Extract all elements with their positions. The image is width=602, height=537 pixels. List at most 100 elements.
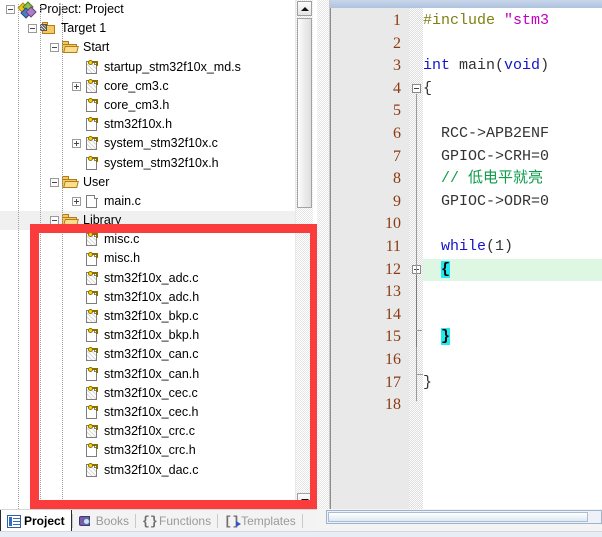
code-line[interactable] [423, 394, 602, 417]
tree-item[interactable]: Target 1 [0, 19, 300, 38]
code-line[interactable] [423, 100, 602, 123]
tab-templates[interactable]: [] Templates [218, 510, 302, 532]
header-file-icon [84, 251, 99, 267]
tree-item[interactable]: system_stm32f10x.c [0, 134, 300, 153]
line-number: 8 [393, 170, 401, 188]
expand-twisty-icon[interactable] [72, 81, 81, 91]
code-line[interactable]: } [423, 326, 602, 349]
code-line[interactable]: #include "stm3 [423, 10, 602, 33]
tree-item-label: stm32f10x_can.c [104, 347, 199, 362]
tree-item[interactable]: stm32f10x_crc.c [0, 422, 300, 441]
tree-item-label: stm32f10x_cec.h [104, 404, 199, 419]
tab-functions[interactable]: {} Functions [136, 510, 217, 532]
tree-item-label: Project: Project [39, 2, 124, 16]
header-file-icon [84, 405, 99, 420]
tree-item[interactable]: stm32f10x_cec.h [0, 403, 300, 422]
code-line[interactable]: int main(void) [423, 55, 602, 78]
line-number: 17 [385, 373, 401, 391]
code-line[interactable]: { [423, 78, 602, 101]
tab-books[interactable]: Books [73, 510, 135, 532]
code-line[interactable]: while(1) [423, 236, 602, 259]
code-line[interactable]: GPIOC->CRH=0 [423, 146, 602, 169]
tree-item[interactable]: startup_stm32f10x_md.s [0, 58, 300, 77]
editor-hscroll-thumb[interactable] [328, 512, 588, 522]
code-token: "stm3 [504, 12, 550, 29]
tree-item[interactable]: stm32f10x_adc.c [0, 269, 300, 288]
plain-file-icon [84, 194, 99, 209]
code-text-area[interactable]: #include "stm3 int main(void){ RCC->APB2E… [412, 8, 602, 537]
code-line[interactable] [423, 281, 602, 304]
tree-item-label: core_cm3.c [104, 78, 169, 93]
expand-twisty-icon[interactable] [72, 139, 81, 149]
scrollbar-thumb[interactable] [297, 18, 312, 208]
project-tree-scrollbar[interactable] [295, 0, 313, 509]
tree-item[interactable]: system_stm32f10x.h [0, 154, 300, 173]
code-line[interactable]: } [423, 372, 602, 395]
project-tree[interactable]: Project: Project Target 1 Start startup_stm… [0, 0, 300, 509]
fold-toggle-icon[interactable] [412, 83, 421, 93]
tab-label: Project [24, 514, 65, 528]
tree-item[interactable]: stm32f10x_cec.c [0, 384, 300, 403]
code-token: } [423, 373, 433, 391]
code-editor[interactable]: 1 2 3 4 5 6 7 8 9 10 11 12 13 14 15 16 17 18 #include "st… [330, 8, 602, 537]
tree-item[interactable]: Start [0, 38, 300, 57]
tree-item[interactable]: stm32f10x_bkp.c [0, 307, 300, 326]
line-number: 16 [385, 351, 401, 368]
tree-item[interactable]: User [0, 173, 300, 192]
tree-item-label: stm32f10x_can.h [104, 366, 200, 381]
tree-item[interactable]: stm32f10x_dac.c [0, 461, 300, 480]
fold-end-tick-inner [416, 330, 422, 332]
code-line[interactable]: RCC->APB2ENF [423, 123, 602, 146]
collapse-twisty-icon[interactable] [6, 5, 15, 15]
tree-item-label: User [83, 174, 110, 189]
source-file-icon [84, 59, 99, 75]
tree-item[interactable]: stm32f10x_bkp.h [0, 326, 300, 345]
line-number-gutter: 1 2 3 4 5 6 7 8 9 10 11 12 13 14 15 16 17 18 [331, 8, 409, 537]
tree-item[interactable]: stm32f10x_adc.h [0, 288, 300, 307]
tree-item[interactable]: stm32f10x_can.h [0, 365, 300, 384]
code-token: GPIOC->ODR=0 [423, 192, 550, 210]
scroll-up-button[interactable] [297, 1, 312, 16]
tree-item-label: misc.h [104, 251, 141, 266]
line-number: 10 [385, 215, 401, 233]
expand-twisty-icon[interactable] [72, 196, 81, 206]
source-file-icon [84, 424, 99, 439]
tree-item[interactable]: misc.c [0, 230, 300, 249]
tree-item[interactable]: stm32f10x.h [0, 115, 300, 134]
tree-item[interactable]: Library [0, 211, 300, 231]
tree-guide-line [40, 4, 41, 509]
code-token: GPIOC->CRH=0 [423, 147, 550, 165]
header-file-icon [84, 366, 99, 382]
tree-item[interactable]: misc.h [0, 249, 300, 268]
scroll-down-button[interactable] [297, 493, 312, 508]
header-file-icon [84, 155, 99, 171]
code-line[interactable]: // 低电平就亮 [423, 168, 602, 191]
tree-item[interactable]: core_cm3.h [0, 96, 300, 115]
collapse-twisty-icon[interactable] [50, 43, 59, 53]
code-token: { [423, 79, 433, 97]
tree-item[interactable]: core_cm3.c [0, 77, 300, 96]
tree-item[interactable]: stm32f10x_crc.h [0, 441, 300, 460]
code-token: void [504, 57, 541, 75]
editor-horizontal-scrollbar[interactable] [326, 510, 602, 524]
collapse-twisty-icon[interactable] [28, 24, 37, 34]
tree-item[interactable]: stm32f10x_can.c [0, 345, 300, 364]
code-line[interactable] [423, 33, 602, 56]
code-line[interactable] [423, 304, 602, 327]
code-line[interactable]: { [423, 258, 602, 282]
project-panel-tabbar[interactable]: Project Books{} Functions[] Templates [0, 509, 317, 532]
tab-project[interactable]: Project [0, 510, 72, 532]
collapse-twisty-icon[interactable] [50, 216, 59, 226]
code-token: ( [495, 57, 505, 75]
code-line[interactable] [423, 349, 602, 372]
collapse-twisty-icon[interactable] [50, 177, 59, 187]
line-number: 9 [393, 192, 401, 210]
code-line[interactable]: GPIOC->ODR=0 [423, 191, 602, 214]
line-number: 5 [393, 102, 401, 120]
code-line[interactable] [423, 213, 602, 236]
tree-item-label: system_stm32f10x.c [104, 136, 218, 151]
tree-item-label: system_stm32f10x.h [104, 155, 219, 170]
tree-item[interactable]: Project: Project [0, 0, 300, 19]
tree-item[interactable]: main.c [0, 192, 300, 211]
